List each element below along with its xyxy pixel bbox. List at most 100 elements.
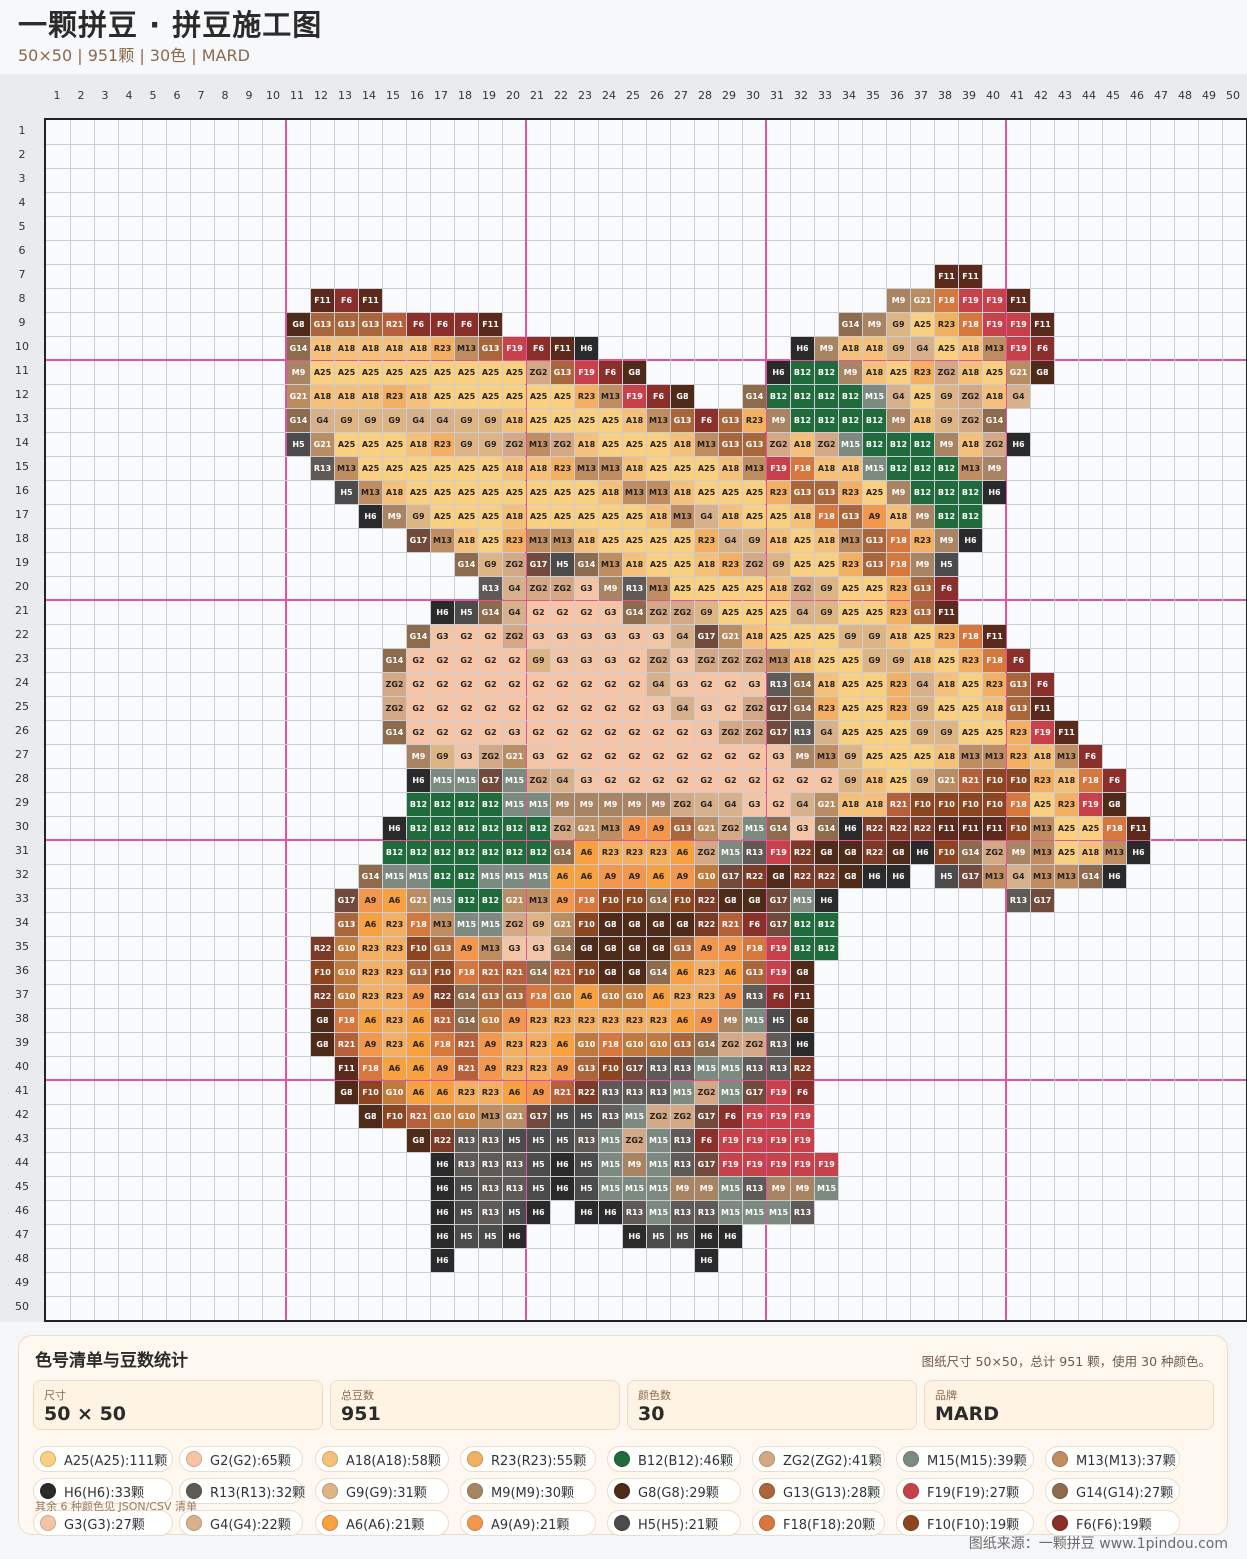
bead-cell: A9: [503, 1009, 526, 1032]
bead-cell: M9: [767, 1177, 790, 1200]
bead-cell: G13: [311, 313, 334, 336]
bead-cell: G14: [815, 817, 838, 840]
row-number: 4: [18, 196, 26, 209]
column-number: 49: [1202, 89, 1216, 102]
bead-cell: R23: [455, 1081, 478, 1104]
bead-cell: M15: [671, 1081, 694, 1104]
bead-cell: R23: [983, 673, 1006, 696]
bead-cell: ZG2: [959, 385, 982, 408]
bead-cell: ZG2: [983, 841, 1006, 864]
bead-cell: G13: [671, 817, 694, 840]
bead-cell: F11: [1007, 289, 1030, 312]
bead-cell: A25: [575, 505, 598, 528]
bead-cell: F11: [551, 337, 574, 360]
bead-cell: G2: [503, 673, 526, 696]
bead-cell: A18: [767, 529, 790, 552]
bead-cell: H5: [527, 1129, 550, 1152]
bead-cell: B12: [959, 481, 982, 504]
bead-cell: M13: [647, 577, 670, 600]
bead-cell: A9: [695, 937, 718, 960]
column-number: 25: [626, 89, 640, 102]
bead-cell: A18: [335, 385, 358, 408]
bead-cell: G8: [599, 961, 622, 984]
bead-cell: G21: [935, 769, 958, 792]
bead-cell: R22: [695, 889, 718, 912]
bead-cell: M13: [647, 481, 670, 504]
bead-cell: G10: [647, 1033, 670, 1056]
row-number: 34: [15, 916, 29, 929]
color-swatch: [614, 1515, 630, 1531]
bead-cell: M13: [1031, 817, 1054, 840]
bead-cell: B12: [791, 937, 814, 960]
bead-cell: F10: [359, 1081, 382, 1104]
bead-cell: G3: [575, 577, 598, 600]
bead-cell: F11: [983, 625, 1006, 648]
color-chip-label: ZG2(ZG2):41颗: [783, 1453, 882, 1469]
bead-cell: A25: [983, 721, 1006, 744]
bead-cell: G13: [575, 1057, 598, 1080]
bead-cell: R23: [839, 553, 862, 576]
column-number: 50: [1226, 89, 1240, 102]
bead-cell: H6: [911, 841, 934, 864]
bead-cell: M15: [407, 865, 430, 888]
bead-cell: B12: [455, 841, 478, 864]
bead-cell: R22: [311, 985, 334, 1008]
bead-cell: G8: [599, 937, 622, 960]
bead-cell: G14: [647, 889, 670, 912]
bead-cell: F11: [1031, 313, 1054, 336]
bead-cell: H6: [695, 1225, 718, 1248]
bead-cell: A25: [695, 577, 718, 600]
bead-cell: G9: [527, 913, 550, 936]
bead-cell: M15: [503, 865, 526, 888]
bead-cell: G2: [623, 769, 646, 792]
bead-cell: M13: [695, 433, 718, 456]
bead-cell: G4: [695, 505, 718, 528]
bead-cell: G2: [455, 625, 478, 648]
bead-cell: ZG2: [743, 553, 766, 576]
bead-cell: G8: [623, 361, 646, 384]
bead-cell: G17: [719, 865, 742, 888]
bead-cell: H6: [623, 1225, 646, 1248]
bead-cell: G10: [599, 985, 622, 1008]
row-number: 11: [15, 364, 29, 377]
bead-cell: M13: [551, 529, 574, 552]
bead-cell: A18: [1055, 769, 1078, 792]
bead-cell: F11: [935, 265, 958, 288]
bead-cell: R13: [767, 673, 790, 696]
row-number: 7: [18, 268, 26, 281]
column-number: 5: [149, 89, 157, 102]
color-chip-label: M15(M15):39颗: [927, 1453, 1027, 1469]
bead-cell: M15: [695, 1057, 718, 1080]
column-number: 6: [173, 89, 181, 102]
bead-cell: R23: [887, 697, 910, 720]
bead-cell: A25: [551, 481, 574, 504]
bead-cell: M9: [839, 361, 862, 384]
bead-cell: G13: [479, 985, 502, 1008]
bead-cell: ZG2: [671, 601, 694, 624]
bead-cell: H6: [767, 361, 790, 384]
bead-cell: G9: [887, 313, 910, 336]
bead-cell: G14: [383, 721, 406, 744]
bead-cell: G2: [719, 769, 742, 792]
bead-cell: G4: [671, 697, 694, 720]
row-number: 13: [15, 412, 29, 425]
bead-cell: A25: [1055, 841, 1078, 864]
bead-cell: R13: [503, 1177, 526, 1200]
column-number: 3: [101, 89, 109, 102]
color-swatch: [186, 1515, 202, 1531]
column-number: 39: [962, 89, 976, 102]
bead-cell: A25: [719, 577, 742, 600]
bead-cell: G13: [1007, 673, 1030, 696]
bead-cell: A25: [719, 481, 742, 504]
bead-cell: F6: [767, 985, 790, 1008]
bead-cell: A6: [647, 865, 670, 888]
bead-cell: F19: [1007, 313, 1030, 336]
bead-cell: R22: [791, 865, 814, 888]
bead-cell: A25: [359, 433, 382, 456]
bead-cell: R23: [767, 481, 790, 504]
bead-cell: A25: [599, 505, 622, 528]
bead-cell: G8: [311, 1009, 334, 1032]
bead-cell: B12: [479, 841, 502, 864]
bead-cell: A6: [407, 1033, 430, 1056]
bead-cell: G3: [695, 697, 718, 720]
